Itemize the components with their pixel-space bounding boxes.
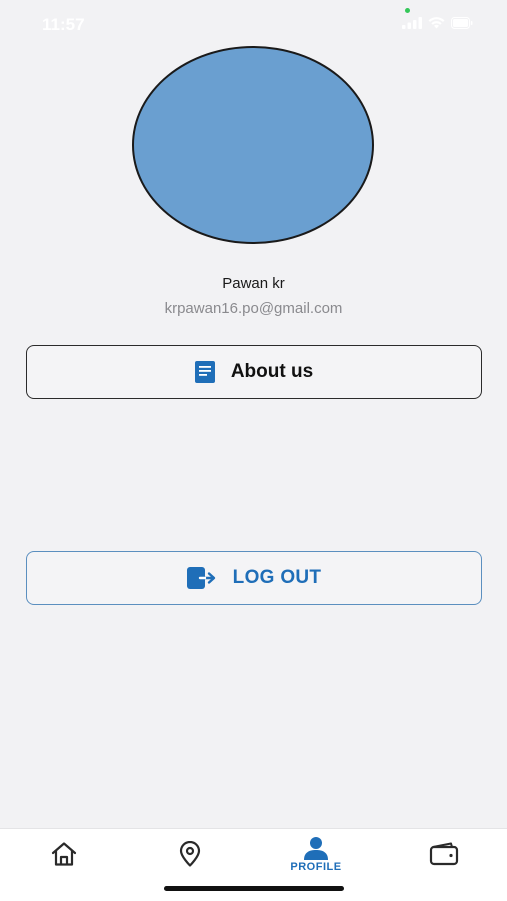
tab-profile-label: PROFILE	[290, 860, 342, 873]
tab-wallet[interactable]	[394, 829, 494, 879]
battery-icon	[451, 17, 473, 29]
logout-button[interactable]: LOG OUT	[26, 551, 482, 605]
status-time: 11:57	[42, 15, 85, 34]
logout-icon	[186, 567, 215, 589]
user-email: krpawan16.po@gmail.com	[164, 300, 343, 317]
status-icons	[402, 17, 473, 29]
about-us-button[interactable]: About us	[26, 345, 482, 399]
cellular-signal-icon	[402, 17, 422, 29]
home-icon	[51, 842, 77, 866]
document-icon	[194, 361, 215, 383]
wifi-icon	[428, 17, 445, 29]
avatar[interactable]	[132, 46, 374, 244]
tab-location[interactable]	[140, 829, 240, 879]
tab-profile[interactable]: PROFILE	[266, 829, 366, 879]
user-name: Pawan kr	[222, 275, 285, 292]
privacy-indicator-dot	[405, 8, 410, 13]
status-bar: 11:57	[0, 0, 507, 48]
wallet-icon	[429, 842, 459, 866]
location-pin-icon	[179, 841, 201, 867]
logout-label: LOG OUT	[232, 567, 322, 588]
about-us-label: About us	[230, 361, 314, 382]
home-indicator	[164, 886, 344, 891]
person-icon	[304, 836, 328, 860]
tab-home[interactable]	[14, 829, 114, 879]
